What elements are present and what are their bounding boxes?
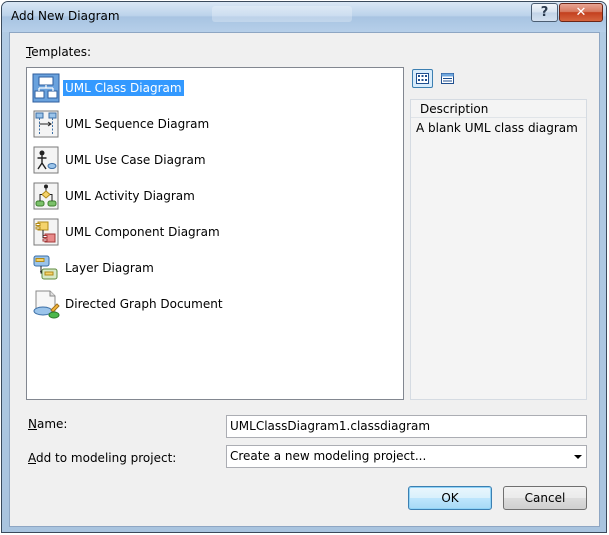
template-item-uml-class-diagram[interactable]: UML Class Diagram [31,72,391,104]
templates-label: Templates: [26,45,92,59]
template-item-label: Directed Graph Document [65,297,223,311]
layer-diagram-icon [33,255,58,280]
help-button[interactable]: ? [531,3,558,22]
template-item-uml-sequence-diagram[interactable]: UML Sequence Diagram [31,108,391,140]
name-label: Name: [28,417,68,431]
description-panel: Description A blank UML class diagram [410,99,587,400]
template-item-layer-diagram[interactable]: Layer Diagram [31,252,391,284]
dialog-client-area: Templates: UML Class Diagram UML Sequenc… [9,32,600,527]
help-icon: ? [540,5,549,20]
ok-button[interactable]: OK [408,486,492,510]
close-icon: ✕ [575,5,587,20]
large-icons-view-button[interactable] [412,69,433,88]
template-item-label: UML Use Case Diagram [65,153,206,167]
dialog-window: Add New Diagram ? ✕ Templates: UML Class… [1,1,607,533]
directed-graph-icon [33,290,60,319]
modeling-project-select[interactable]: Create a new modeling project... [226,445,587,468]
uml-activity-diagram-icon [33,182,59,210]
uml-class-diagram-icon [32,73,60,103]
template-item-label: Layer Diagram [65,261,154,275]
template-item-label: UML Class Diagram [63,80,184,96]
modeling-project-select-value: Create a new modeling project... [230,449,427,463]
template-item-directed-graph-document[interactable]: Directed Graph Document [31,288,391,320]
dialog-title: Add New Diagram [11,9,120,23]
description-title: Description [411,100,586,118]
title-bar-background-glare [212,6,352,22]
template-item-label: UML Component Diagram [65,225,220,239]
uml-use-case-diagram-icon [33,146,59,174]
cancel-button[interactable]: Cancel [503,486,587,510]
chevron-down-icon[interactable] [574,455,582,459]
uml-component-diagram-icon [33,218,59,246]
list-view-button[interactable] [437,69,458,88]
name-input[interactable]: UMLClassDiagram1.classdiagram [226,415,587,438]
title-bar[interactable]: Add New Diagram ? ✕ [2,2,606,32]
template-item-uml-component-diagram[interactable]: UML Component Diagram [31,216,391,248]
close-button[interactable]: ✕ [559,3,603,22]
add-to-project-label: Add to modeling project: [28,451,177,465]
templates-list[interactable]: UML Class Diagram UML Sequence Diagram U… [26,67,404,400]
template-item-label: UML Sequence Diagram [65,117,210,131]
template-item-uml-use-case-diagram[interactable]: UML Use Case Diagram [31,144,391,176]
uml-sequence-diagram-icon [33,110,59,138]
description-text: A blank UML class diagram [416,121,578,135]
template-item-uml-activity-diagram[interactable]: UML Activity Diagram [31,180,391,212]
large-icons-view-icon [416,73,429,84]
template-item-label: UML Activity Diagram [65,189,195,203]
list-view-icon [441,73,454,84]
